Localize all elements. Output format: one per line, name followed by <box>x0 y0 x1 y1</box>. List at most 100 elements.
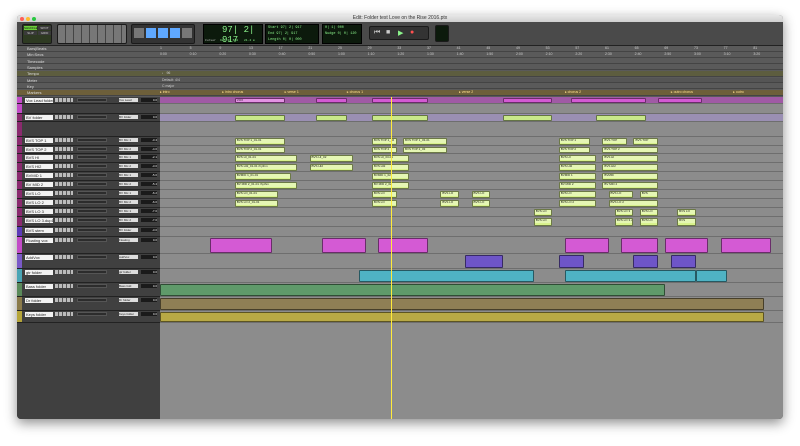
track-state-buttons[interactable] <box>55 209 73 213</box>
track-volume[interactable]: 0.0 <box>141 255 157 259</box>
audio-clip[interactable]: BVS <box>677 218 696 226</box>
track-header[interactable]: Keys folder Keys folder 0.0 <box>17 311 160 323</box>
audio-clip[interactable]: BVS LO 3.dup1 <box>614 218 634 226</box>
audio-clip[interactable]: VOX <box>234 98 285 103</box>
track-lane[interactable]: BVS LO BVS LO 3.dup1 BVS LO BVS <box>160 217 783 227</box>
audio-clip[interactable]: BVS LO <box>471 191 491 198</box>
track-header[interactable]: Dr folder Dr folder 0.0 <box>17 297 160 311</box>
audio-clip[interactable]: BVS LO <box>639 218 659 226</box>
audio-clip[interactable]: BVS TOP 1_02 <box>371 138 397 145</box>
audio-clip[interactable] <box>209 238 273 253</box>
track-header[interactable]: BVS HI2 BV Mic 2 -3.0 <box>17 163 160 172</box>
track-header[interactable]: BVS TOP 2 BV Mic 2 -4.0 <box>17 146 160 154</box>
tempo-marker[interactable]: ♩ 96 <box>162 71 170 76</box>
shuffle-mode-button[interactable]: SHUFFLE <box>24 26 38 30</box>
audio-clip[interactable]: BV MID 2 <box>602 182 659 189</box>
track-name[interactable]: BVMID 1 <box>25 173 53 178</box>
selection-panel[interactable]: Start 97| 2| 917 End 97| 2| 917 Length 0… <box>265 24 319 44</box>
track-state-buttons[interactable] <box>55 138 73 142</box>
track-output[interactable]: Floating <box>119 238 138 242</box>
track-volume[interactable]: -3.4 <box>141 138 157 142</box>
audio-clip[interactable] <box>633 255 659 268</box>
marker[interactable]: ▸ intro chorus <box>222 90 243 95</box>
track-header[interactable] <box>17 104 160 114</box>
audio-clip[interactable]: BVS TOP 1 <box>558 138 590 145</box>
marker[interactable]: ▸ chorus 2 <box>565 90 581 95</box>
audio-clip[interactable] <box>596 115 646 121</box>
track-lane[interactable] <box>160 311 783 323</box>
audio-clip[interactable]: BVS LO <box>608 191 634 198</box>
audio-clip[interactable] <box>571 98 646 103</box>
marker[interactable]: ▸ chorus 1 <box>347 90 363 95</box>
track-output[interactable]: gtr folder <box>119 270 138 274</box>
insert-slot[interactable] <box>77 255 107 259</box>
main-counter[interactable]: 97| 2| 917 Cursor 98| 3| 520 21.4 m <box>203 24 263 45</box>
audio-clip[interactable]: BVS TOP 2 <box>602 147 659 153</box>
pencil-tool-icon[interactable] <box>182 28 192 38</box>
audio-clip[interactable]: BVS TOP 2_01-01 <box>234 147 285 153</box>
track-output[interactable]: Vox Lead <box>119 98 138 102</box>
track-lane[interactable] <box>160 104 783 114</box>
track-lane[interactable] <box>160 269 783 283</box>
audio-clip[interactable] <box>371 98 428 103</box>
track-name[interactable]: BV MID 2 <box>25 182 53 187</box>
audio-clip[interactable]: BVS LO 2 <box>558 200 597 207</box>
insert-slot[interactable] <box>77 298 107 302</box>
track-state-buttons[interactable] <box>55 218 73 222</box>
record-icon[interactable]: ● <box>410 29 414 36</box>
insert-slot[interactable] <box>77 155 107 159</box>
marker[interactable]: ▸ verse 2 <box>459 90 473 95</box>
track-state-buttons[interactable] <box>55 182 73 186</box>
track-header[interactable]: Vox Lead folder Vox Lead 0.0 <box>17 97 160 104</box>
insert-slot[interactable] <box>77 312 107 316</box>
track-state-buttons[interactable] <box>55 228 73 232</box>
audio-clip[interactable]: BVS HI2 <box>309 164 354 171</box>
track-name[interactable]: gtr folder <box>25 270 53 275</box>
audio-clip[interactable] <box>234 115 285 121</box>
track-header[interactable]: Bass folder Bass fold 0.0 <box>17 283 160 297</box>
track-output[interactable]: BV Mic 2 <box>119 182 138 186</box>
track-state-buttons[interactable] <box>55 312 73 316</box>
track-state-buttons[interactable] <box>55 191 73 195</box>
length-value[interactable]: 0| 0| 000 <box>283 38 302 42</box>
track-volume[interactable]: -5.0 <box>141 173 157 177</box>
audio-clip[interactable]: BVS HI_02 <box>309 155 354 162</box>
track-lane[interactable] <box>160 254 783 269</box>
insert-slot[interactable] <box>77 238 107 242</box>
spot-mode-button[interactable]: SPOT <box>38 26 51 30</box>
trimmer-tool-icon[interactable] <box>146 28 156 38</box>
track-state-buttons[interactable] <box>55 255 73 259</box>
audio-clip[interactable]: BV MID 2_01-01 rhythm <box>234 182 298 189</box>
track-output[interactable]: Keys folder <box>119 312 138 316</box>
audio-clip[interactable]: BVS LO <box>440 200 460 207</box>
track-header[interactable] <box>17 122 160 137</box>
track-name[interactable]: BVS LO <box>25 191 53 196</box>
track-volume[interactable]: -3.0 <box>141 164 157 168</box>
audio-clip[interactable]: BVS LO <box>558 191 597 198</box>
track-header[interactable]: BVS TOP 1 BV Mic 1 -3.4 <box>17 137 160 146</box>
track-volume[interactable]: 0.0 <box>141 115 157 119</box>
track-lane[interactable]: BVMID 1_01-01 BVMID 1_02 BVMID 1 BVMID <box>160 172 783 181</box>
track-state-buttons[interactable] <box>55 200 73 204</box>
track-lane[interactable] <box>160 114 783 122</box>
audio-clip[interactable]: BVS LO <box>639 209 659 216</box>
audio-clip[interactable]: BVS LO_01-01 <box>234 191 279 198</box>
track-volume[interactable]: 0.0 <box>141 284 157 288</box>
track-name[interactable]: BVS TOP 1 <box>25 138 53 143</box>
insert-slot[interactable] <box>77 209 107 213</box>
insert-slot[interactable] <box>77 218 107 222</box>
track-header[interactable]: BV MID 2 BV Mic 2 -5.4 <box>17 181 160 190</box>
audio-clip[interactable] <box>558 255 584 268</box>
minimize-window-button[interactable] <box>26 16 30 21</box>
edit-timeline[interactable]: VOX BVS TOP 1_01-01 BVS TOP 1_02 BVS TOP 1_… <box>160 97 783 419</box>
audio-clip[interactable]: BVS HI <box>602 155 659 162</box>
audio-clip[interactable]: BVS LO <box>533 209 553 216</box>
track-output[interactable]: BV Mic 2 <box>119 200 138 204</box>
audio-clip[interactable]: BV MID 2 <box>558 182 597 189</box>
audio-clip[interactable] <box>658 98 702 103</box>
audio-clip[interactable]: BVS TOP <box>633 138 659 145</box>
audio-clip[interactable] <box>695 270 727 282</box>
track-output[interactable]: BV Mic 1 <box>119 191 138 195</box>
marker[interactable]: ▸ verse 1 <box>285 90 299 95</box>
audio-clip[interactable]: BVS LO 3 <box>614 209 634 216</box>
